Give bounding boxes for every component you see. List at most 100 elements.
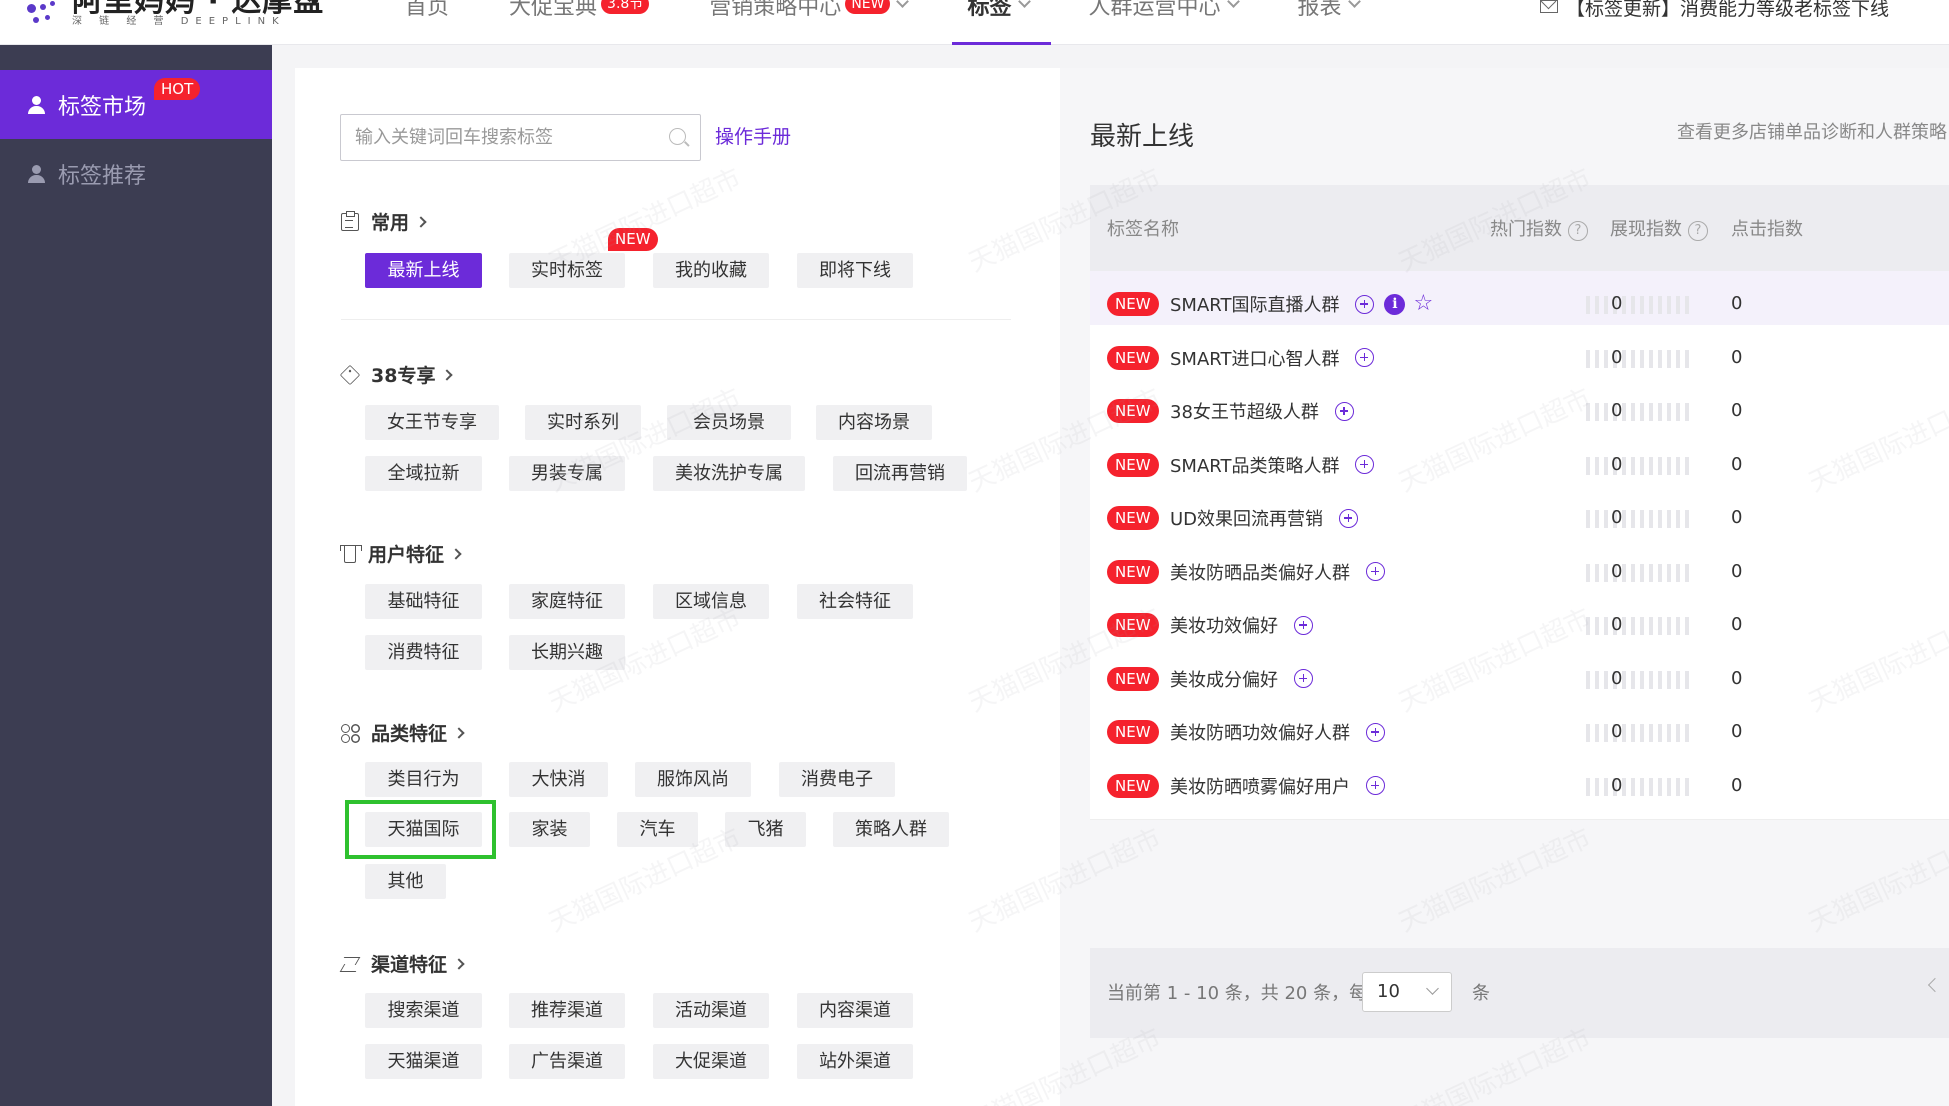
tag-name[interactable]: SMART国际直播人群 i ☆ xyxy=(1170,291,1433,317)
chip-tag[interactable]: 天猫渠道 xyxy=(365,1044,482,1079)
tag-name[interactable]: SMART品类策略人群 xyxy=(1170,452,1375,478)
nav-strategy-center[interactable]: 营销策略中心 NEW xyxy=(709,0,910,44)
column-header[interactable]: 热门指数? xyxy=(1490,215,1588,241)
help-icon[interactable]: ? xyxy=(1568,221,1588,241)
notice[interactable]: 【标签更新】消费能力等级老标签下线 xyxy=(1540,0,1889,24)
page-size-select[interactable]: 10 xyxy=(1362,972,1452,1012)
click-index-value: 0 xyxy=(1731,453,1743,475)
more-strategy-link[interactable]: 查看更多店铺单品诊断和人群策略 xyxy=(1677,118,1947,144)
hot-index-bar xyxy=(1586,296,1689,314)
logo[interactable]: 阿里妈妈 · 达摩盘 深 链 经 营 DEEPLINK xyxy=(18,0,324,28)
star-icon[interactable]: ☆ xyxy=(1413,293,1433,315)
chip-tag[interactable]: 家装 xyxy=(509,812,590,847)
hot-index-bar xyxy=(1586,403,1689,421)
chip-tag[interactable]: 大促渠道 xyxy=(653,1044,769,1079)
chip-tag[interactable]: 站外渠道 xyxy=(797,1044,913,1079)
chip-tag[interactable]: 服饰风尚 xyxy=(635,762,751,797)
chip-realtime[interactable]: 实时标签 xyxy=(509,253,625,288)
sidebar-item-tag-recommend[interactable]: 标签推荐 xyxy=(0,139,272,208)
manual-link[interactable]: 操作手册 xyxy=(715,122,791,149)
add-icon[interactable] xyxy=(1294,669,1313,688)
add-icon[interactable] xyxy=(1355,294,1375,314)
nav-tags[interactable]: 标签 xyxy=(952,0,1051,45)
chip-tag[interactable]: 内容渠道 xyxy=(797,993,913,1028)
section-category[interactable]: 品类特征 xyxy=(341,719,465,746)
chip-tag[interactable]: 长期兴趣 xyxy=(509,635,625,670)
table-row[interactable]: NEW 美妆防晒喷雾偏好用户 0 0 xyxy=(1090,752,1949,820)
search-input[interactable] xyxy=(341,115,641,160)
chip-tag[interactable]: 推荐渠道 xyxy=(509,993,625,1028)
click-index-value: 0 xyxy=(1731,614,1743,635)
show-index-value: 0 xyxy=(1611,774,1623,796)
chip-tag[interactable]: 内容场景 xyxy=(816,405,932,440)
chip-favorites[interactable]: 我的收藏 xyxy=(653,253,769,288)
add-icon[interactable] xyxy=(1339,508,1359,528)
tag-name[interactable]: UD效果回流再营销 xyxy=(1170,505,1359,531)
chip-tag[interactable]: 全域拉新 xyxy=(365,456,482,491)
chip-tag[interactable]: 广告渠道 xyxy=(509,1044,625,1079)
chip-tag[interactable]: 类目行为 xyxy=(365,762,482,797)
tag-name[interactable]: 38女王节超级人群 xyxy=(1170,398,1354,424)
tag-name[interactable]: 美妆防晒功效偏好人群 xyxy=(1170,719,1385,745)
nav-home[interactable]: 首页 xyxy=(405,0,449,44)
add-icon[interactable] xyxy=(1334,401,1354,421)
chip-latest[interactable]: 最新上线 xyxy=(365,253,482,288)
show-index-value: 0 xyxy=(1611,507,1623,528)
chip-tag[interactable]: 搜索渠道 xyxy=(365,993,482,1028)
add-icon[interactable] xyxy=(1355,348,1375,367)
chip-tag[interactable]: 活动渠道 xyxy=(653,993,769,1028)
chip-tag[interactable]: 会员场景 xyxy=(667,405,791,440)
chip-tag[interactable]: 基础特征 xyxy=(365,584,482,619)
column-header[interactable]: 展现指数? xyxy=(1610,215,1708,241)
column-header[interactable]: 点击指数 xyxy=(1731,215,1803,241)
chip-tag[interactable]: 美妆洗护专属 xyxy=(653,456,805,491)
nav-promo-guide[interactable]: 大促宝典 3.8节 xyxy=(509,0,650,44)
sidebar-item-tag-market[interactable]: 标签市场 HOT xyxy=(0,70,272,139)
chevron-down-icon xyxy=(1347,0,1361,8)
chevron-right-icon xyxy=(441,368,454,381)
chip-tag[interactable]: 回流再营销 xyxy=(833,456,967,491)
nav-reports[interactable]: 报表 xyxy=(1298,0,1361,44)
add-icon[interactable] xyxy=(1366,562,1385,581)
chevron-left-icon[interactable] xyxy=(1927,977,1943,993)
chip-tag[interactable]: 消费特征 xyxy=(365,635,482,670)
show-index-value: 0 xyxy=(1611,667,1623,689)
show-index-value: 0 xyxy=(1611,400,1623,421)
click-index-value: 0 xyxy=(1731,400,1743,421)
chip-tag[interactable]: 女王节专享 xyxy=(365,405,499,440)
sidebar-item-label: 标签推荐 xyxy=(58,163,147,189)
chip-tag[interactable]: 策略人群 xyxy=(833,812,949,847)
info-icon[interactable]: i xyxy=(1384,293,1406,315)
chip-tag[interactable]: 消费电子 xyxy=(779,762,895,797)
section-channel[interactable]: 渠道特征 xyxy=(341,950,465,977)
new-badge: NEW xyxy=(1107,399,1159,423)
tag-name[interactable]: 美妆防晒品类偏好人群 xyxy=(1170,559,1385,585)
chip-tag[interactable]: 大快消 xyxy=(509,762,608,797)
user-group-icon xyxy=(28,95,46,114)
chip-tag[interactable]: 其他 xyxy=(365,864,446,899)
add-icon[interactable] xyxy=(1355,455,1375,474)
chip-tag[interactable]: 汽车 xyxy=(617,812,698,847)
chip-going-offline[interactable]: 即将下线 xyxy=(797,253,913,288)
chip-tag[interactable]: 家庭特征 xyxy=(509,584,625,619)
section-common[interactable]: 常用 xyxy=(341,208,427,235)
chip-tag[interactable]: 社会特征 xyxy=(797,584,913,619)
tag-name[interactable]: 美妆成分偏好 xyxy=(1170,666,1313,692)
chip-tag[interactable]: 区域信息 xyxy=(653,584,769,619)
add-icon[interactable] xyxy=(1366,722,1385,742)
tag-name[interactable]: SMART进口心智人群 xyxy=(1170,345,1375,371)
chip-tag[interactable]: 飞猪 xyxy=(725,812,806,847)
add-icon[interactable] xyxy=(1294,615,1313,635)
chip-tag[interactable]: 实时系列 xyxy=(525,405,641,440)
section-user[interactable]: 用户特征 xyxy=(340,540,462,567)
chip-tag[interactable]: 男装专属 xyxy=(509,456,625,491)
search-icon[interactable] xyxy=(669,128,686,145)
tag-name[interactable]: 美妆功效偏好 xyxy=(1170,612,1313,638)
nav-audience-ops[interactable]: 人群运营中心 xyxy=(1089,0,1240,44)
section-38[interactable]: 38专享 xyxy=(339,361,454,388)
panel-title: 最新上线 xyxy=(1090,122,1195,152)
add-icon[interactable] xyxy=(1366,776,1385,795)
help-icon[interactable]: ? xyxy=(1688,221,1708,241)
tag-name[interactable]: 美妆防晒喷雾偏好用户 xyxy=(1170,773,1385,799)
new-badge: NEW xyxy=(1107,559,1159,584)
